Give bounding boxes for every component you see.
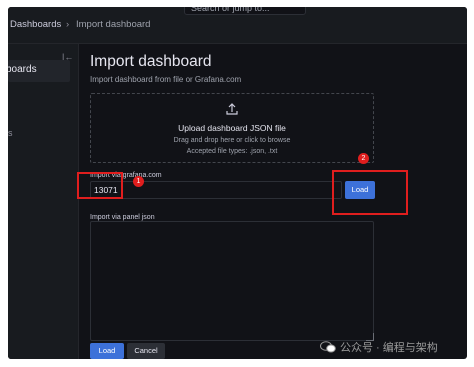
cancel-button[interactable]: Cancel (127, 343, 165, 359)
panel-json-textarea[interactable] (90, 221, 374, 341)
sidebar-item-dashboards[interactable]: boards (8, 60, 70, 82)
grafana-com-input[interactable]: 13071 (90, 181, 342, 199)
wechat-icon (320, 341, 336, 353)
annotation-box-2 (332, 170, 408, 215)
load-button[interactable]: Load (90, 343, 124, 359)
panel-json-label: Import via panel json (90, 214, 155, 221)
upload-title: Upload dashboard JSON file (178, 123, 286, 133)
top-bar: Search or jump to... Dashboards › Import… (8, 7, 467, 44)
breadcrumb-import-dashboard: Import dashboard (76, 19, 151, 30)
sidebar: |← boards s (8, 44, 79, 359)
annotation-box-1 (77, 172, 123, 199)
watermark: 公众号 · 编程与架构 (320, 338, 438, 356)
page-subtitle: Import dashboard from file or Grafana.co… (90, 75, 242, 84)
search-input[interactable]: Search or jump to... (184, 7, 306, 15)
watermark-text: 公众号 · 编程与架构 (340, 342, 438, 354)
sidebar-item-fragment[interactable]: s (8, 128, 13, 138)
sidebar-item-label: boards (8, 64, 37, 75)
upload-file-types: Accepted file types: .json, .txt (186, 148, 278, 155)
annotation-badge-2: 2 (358, 153, 369, 164)
annotation-badge-1: 1 (133, 176, 144, 187)
breadcrumb-separator: › (66, 19, 70, 30)
page-title: Import dashboard (90, 53, 212, 70)
upload-hint: Drag and drop here or click to browse (173, 137, 291, 144)
upload-dropzone[interactable]: Upload dashboard JSON file Drag and drop… (90, 93, 374, 163)
breadcrumb-dashboards[interactable]: Dashboards (10, 19, 61, 30)
upload-icon (226, 103, 238, 115)
